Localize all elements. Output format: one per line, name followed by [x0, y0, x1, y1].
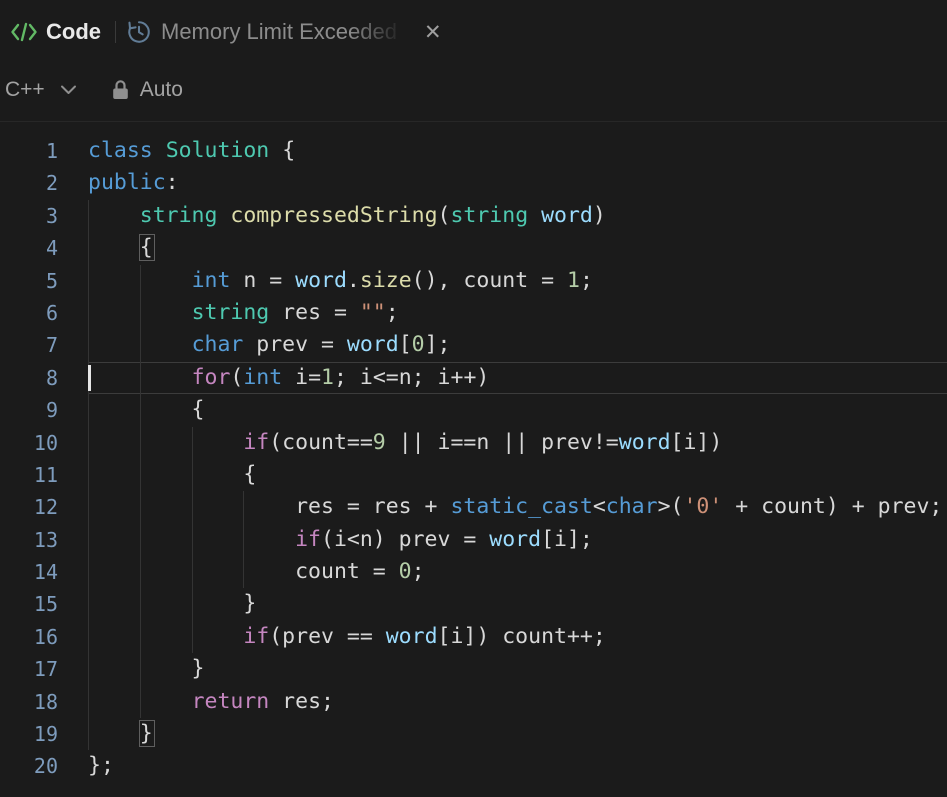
tab-code-label: Code [46, 19, 101, 45]
code-line[interactable]: 2 public: [0, 167, 947, 199]
code-line[interactable]: 1 class Solution { [0, 135, 947, 167]
code-content[interactable]: }; [88, 750, 947, 782]
text-cursor [88, 365, 91, 391]
code-icon [10, 21, 38, 43]
code-line[interactable]: 11 { [0, 459, 947, 491]
line-number[interactable]: 3 [0, 200, 58, 232]
code-content[interactable]: public: [88, 167, 947, 199]
line-number[interactable]: 12 [0, 491, 58, 523]
tab-divider [115, 21, 116, 43]
line-number[interactable]: 18 [0, 686, 58, 718]
code-content[interactable]: { [88, 459, 947, 491]
code-line[interactable]: 7 char prev = word[0]; [0, 329, 947, 361]
line-number[interactable]: 19 [0, 718, 58, 750]
code-line[interactable]: 10 if(count==9 || i==n || prev!=word[i]) [0, 427, 947, 459]
code-line[interactable]: 20}; [0, 750, 947, 782]
line-number[interactable]: 15 [0, 588, 58, 620]
code-content[interactable]: } [88, 588, 947, 620]
code-editor-panel: Code Memory Limit Exceeded ✕ C++ [0, 0, 947, 797]
code-content[interactable]: } [88, 653, 947, 685]
code-content[interactable]: } [88, 718, 947, 750]
code-line[interactable]: 8 for(int i=1; i<=n; i++) [0, 362, 947, 394]
code-content[interactable]: res = res + static_cast<char>('0' + coun… [88, 491, 947, 523]
tab-result-label-wrap: Memory Limit Exceeded [161, 19, 413, 45]
code-line[interactable]: 6 string res = ""; [0, 297, 947, 329]
editor-tab-bar: Code Memory Limit Exceeded ✕ [0, 0, 947, 58]
line-number[interactable]: 11 [0, 459, 58, 491]
code-content[interactable]: if(i<n) prev = word[i]; [88, 524, 947, 556]
code-line[interactable]: 3 string compressedString(string word) [0, 200, 947, 232]
auto-format-toggle[interactable]: Auto [111, 78, 183, 102]
line-number[interactable]: 17 [0, 653, 58, 685]
code-editor[interactable]: 1class Solution {2public:3 string compre… [0, 122, 947, 783]
code-line[interactable]: 9 { [0, 394, 947, 426]
language-label: C++ [5, 78, 45, 102]
code-content[interactable]: count = 0; [88, 556, 947, 588]
code-content[interactable]: if(count==9 || i==n || prev!=word[i]) [88, 427, 947, 459]
line-number[interactable]: 4 [0, 232, 58, 264]
code-content[interactable]: class Solution { [88, 135, 947, 167]
line-number[interactable]: 2 [0, 167, 58, 199]
line-number[interactable]: 13 [0, 524, 58, 556]
code-line[interactable]: 14 count = 0; [0, 556, 947, 588]
code-line[interactable]: 18 return res; [0, 686, 947, 718]
code-content[interactable]: char prev = word[0]; [88, 329, 947, 361]
line-number[interactable]: 20 [0, 750, 58, 782]
line-number[interactable]: 8 [0, 362, 58, 394]
code-line[interactable]: 15 } [0, 588, 947, 620]
code-content[interactable]: int n = word.size(), count = 1; [88, 265, 947, 297]
code-line[interactable]: 16 if(prev == word[i]) count++; [0, 621, 947, 653]
tab-memory-limit-exceeded[interactable]: Memory Limit Exceeded ✕ [126, 19, 442, 45]
editor-toolbar: C++ Auto [0, 58, 947, 122]
code-content[interactable]: for(int i=1; i<=n; i++) [88, 362, 947, 394]
code-line[interactable]: 13 if(i<n) prev = word[i]; [0, 524, 947, 556]
code-content[interactable]: return res; [88, 686, 947, 718]
code-line[interactable]: 5 int n = word.size(), count = 1; [0, 265, 947, 297]
auto-label: Auto [140, 78, 183, 102]
line-number[interactable]: 1 [0, 135, 58, 167]
history-icon [126, 19, 152, 45]
chevron-down-icon [58, 79, 79, 100]
line-number[interactable]: 14 [0, 556, 58, 588]
code-content[interactable]: string compressedString(string word) [88, 200, 947, 232]
line-number[interactable]: 7 [0, 329, 58, 361]
code-content[interactable]: string res = ""; [88, 297, 947, 329]
code-content[interactable]: { [88, 394, 947, 426]
language-selector[interactable]: C++ [5, 78, 79, 102]
code-line[interactable]: 4 { [0, 232, 947, 264]
code-line[interactable]: 17 } [0, 653, 947, 685]
line-number[interactable]: 6 [0, 297, 58, 329]
close-icon[interactable]: ✕ [424, 22, 442, 43]
line-number[interactable]: 16 [0, 621, 58, 653]
line-number[interactable]: 5 [0, 265, 58, 297]
line-number[interactable]: 9 [0, 394, 58, 426]
code-line[interactable]: 19 } [0, 718, 947, 750]
line-number[interactable]: 10 [0, 427, 58, 459]
tab-code[interactable]: Code [10, 19, 107, 45]
label-fade [349, 19, 413, 45]
code-content[interactable]: { [88, 232, 947, 264]
code-line[interactable]: 12 res = res + static_cast<char>('0' + c… [0, 491, 947, 523]
code-content[interactable]: if(prev == word[i]) count++; [88, 621, 947, 653]
lock-icon [111, 79, 130, 101]
